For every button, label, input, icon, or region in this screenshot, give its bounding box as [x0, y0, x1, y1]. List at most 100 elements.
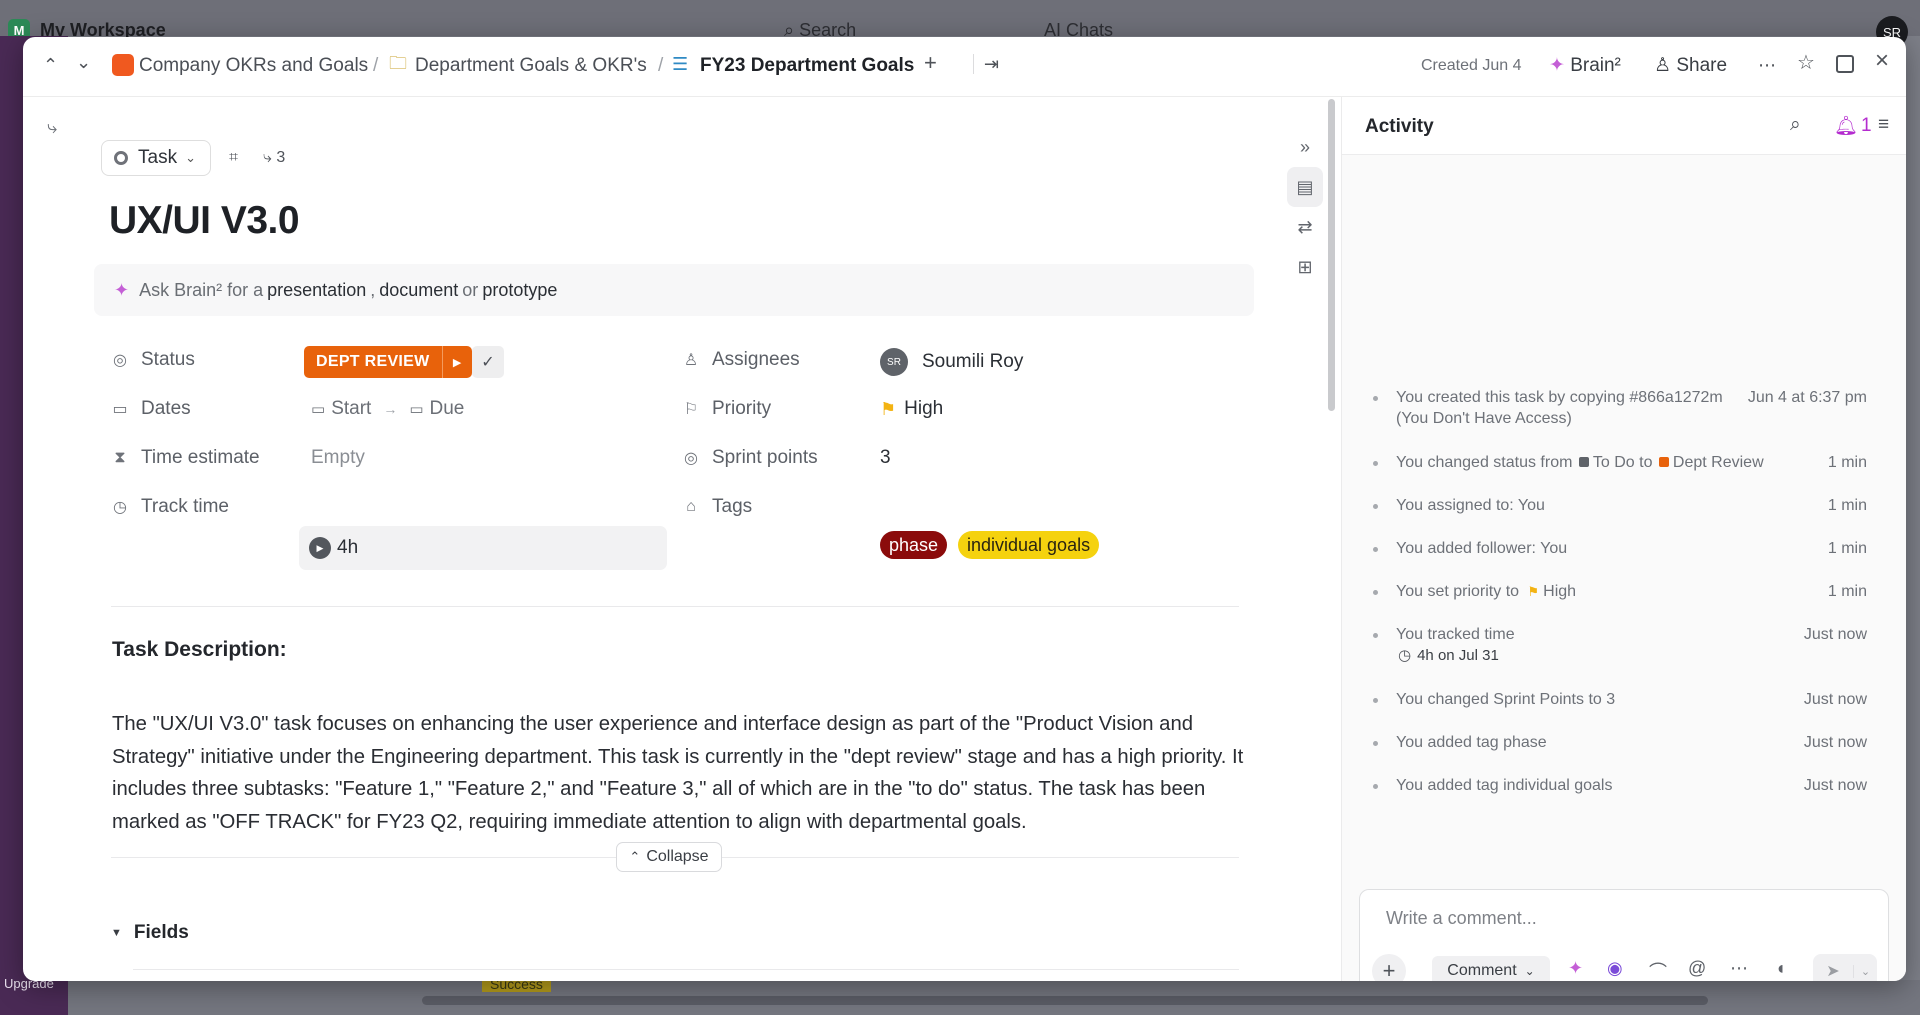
ai-icon[interactable]: ◉ — [1607, 958, 1623, 979]
activity-time: Just now — [1803, 734, 1867, 751]
status-label: Status — [141, 349, 195, 370]
activity-time: Jun 4 at 6:37 pm — [1747, 389, 1867, 406]
description-body[interactable]: The "UX/UI V3.0" task focuses on enhanci… — [112, 708, 1252, 838]
complete-check-button[interactable]: ✓ — [472, 346, 504, 378]
comment-type-label: Comment — [1447, 962, 1517, 979]
task-type-button[interactable]: Task ⌄ — [101, 140, 211, 176]
tags-label: Tags — [712, 496, 753, 517]
ask-option-prototype[interactable]: prototype — [482, 280, 557, 301]
dependency-icon[interactable]: ⤷ — [47, 117, 57, 138]
breadcrumb-folder[interactable]: Department Goals & OKR's — [415, 55, 647, 77]
search-icon[interactable]: ⌕ — [1790, 114, 1801, 136]
star-icon[interactable]: ☆ — [1797, 53, 1815, 73]
bullet — [1373, 784, 1378, 789]
more-icon[interactable]: ⋯ — [1758, 55, 1776, 75]
comment-type-dropdown[interactable]: Comment ⌄ — [1432, 956, 1550, 981]
task-title[interactable]: UX/UI V3.0 — [109, 199, 300, 243]
ask-option-presentation[interactable]: presentation — [267, 280, 366, 301]
priority-text: High — [1543, 583, 1577, 600]
time-estimate-field-label: ⧗ Time estimate — [111, 447, 259, 469]
background-scrollbar[interactable] — [422, 996, 1708, 1005]
bell-icon[interactable]: 🔔︎ — [1834, 114, 1858, 138]
arrow-right-icon: → — [383, 401, 398, 417]
task-content: ⤷ Task ⌄ ⌗ ⤷ 3 UX/UI V3.0 ✦ Ask Brain² f… — [23, 97, 1335, 981]
priority-text: High — [904, 398, 944, 419]
close-icon[interactable]: × — [1875, 49, 1889, 73]
link-icon[interactable]: ⇄ — [1287, 207, 1323, 247]
bullet — [1373, 396, 1378, 401]
brain-icon[interactable]: ✦ — [1568, 958, 1583, 979]
play-icon[interactable]: ▶ — [309, 537, 331, 559]
filter-icon[interactable]: ≡ — [1878, 114, 1889, 136]
chevron-down-icon[interactable]: ⌃ — [76, 51, 91, 71]
fields-section-toggle[interactable]: ▼ Fields — [111, 922, 189, 944]
chevron-up-icon[interactable]: ⌃ — [43, 55, 58, 75]
sprint-field-label: ◎ Sprint points — [682, 447, 818, 469]
tracked-entry: 4h on Jul 31 — [1417, 647, 1499, 664]
move-icon[interactable]: ⇥ — [973, 54, 999, 74]
expand-panel-icon[interactable]: » — [1287, 127, 1323, 167]
sidebar-icon[interactable] — [1836, 55, 1854, 73]
plus-icon[interactable]: + — [924, 52, 937, 74]
activity-panel: Activity ⌕ 🔔︎ 1 ≡ You created this task … — [1341, 97, 1906, 981]
fields-heading: Fields — [133, 922, 189, 943]
activity-time: Just now — [1803, 691, 1867, 708]
tag-phase[interactable]: phase — [880, 531, 948, 559]
activity-time: 1 min — [1827, 454, 1867, 471]
ask-comma: , — [370, 279, 376, 300]
start-date[interactable]: Start — [331, 398, 371, 420]
activity-main: You tracked time — [1396, 626, 1515, 643]
comment-input[interactable]: Write a comment... — [1386, 908, 1537, 929]
priority-value[interactable]: ⚑ High — [880, 398, 943, 420]
activity-title: Activity — [1365, 116, 1434, 137]
bullet — [1373, 547, 1378, 552]
subtasks-button[interactable]: ⤷ 3 — [263, 149, 285, 167]
paperclip-icon[interactable]: ⌒ — [1649, 958, 1667, 981]
task-id-icon[interactable]: ⌗ — [229, 149, 238, 167]
ask-brain-bar[interactable]: ✦ Ask Brain² for a presentation, documen… — [94, 264, 1254, 316]
activity-text: You set priority to ⚑ High — [1396, 581, 1736, 602]
status-next-icon[interactable]: ▶ — [441, 346, 472, 378]
tag-individual-goals[interactable]: individual goals — [958, 531, 1100, 559]
status-field-label: ◎ Status — [111, 349, 195, 371]
share-icon: ♙ — [1654, 55, 1672, 76]
apps-icon[interactable]: ⊞ — [1287, 247, 1323, 287]
brain-icon: ✦ — [114, 279, 130, 300]
mention-icon[interactable]: @ — [1688, 958, 1706, 979]
ask-prefix: Ask Brain² for a — [139, 279, 264, 300]
status-value: DEPT REVIEW — [304, 346, 442, 378]
share-button[interactable]: ♙ Share — [1654, 54, 1727, 77]
breadcrumb-space[interactable]: Company OKRs and Goals — [139, 55, 368, 77]
send-icon: ➤ — [1826, 963, 1840, 980]
send-button[interactable]: ➤ ⌄ — [1813, 954, 1877, 981]
due-date[interactable]: Due — [430, 398, 465, 420]
brain-icon: ✦ — [1549, 55, 1565, 76]
tags-field-label: ⌂ Tags — [682, 496, 752, 518]
check-icon: ✓ — [481, 354, 495, 371]
avatar: SR — [880, 348, 908, 376]
comment-icon[interactable]: ▤ — [1287, 167, 1323, 207]
task-modal: ⌃ ⌃ Company OKRs and Goals / 🗀 Departmen… — [23, 37, 1906, 981]
bullet — [1373, 741, 1378, 746]
triangle-down-icon: ▼ — [111, 927, 122, 939]
flag-icon: ⚑ — [880, 398, 897, 419]
microphone-icon[interactable]: ◖ — [1775, 958, 1786, 979]
chevron-down-icon[interactable]: ⌄ — [1853, 964, 1877, 978]
assignee-value[interactable]: SR Soumili Roy — [880, 348, 1023, 376]
track-time-box[interactable]: ▶ 4h — [299, 526, 667, 570]
time-estimate-value[interactable]: Empty — [311, 447, 365, 469]
sprint-value[interactable]: 3 — [880, 447, 891, 469]
collapse-button[interactable]: ⌃ Collapse — [616, 842, 722, 872]
more-icon[interactable]: ⋯ — [1730, 958, 1748, 979]
status-swatch — [1658, 457, 1669, 467]
add-attachment-button[interactable]: + — [1372, 954, 1406, 981]
breadcrumb-list[interactable]: FY23 Department Goals — [700, 55, 914, 77]
modal-header: ⌃ ⌃ Company OKRs and Goals / 🗀 Departmen… — [23, 37, 1906, 97]
stopwatch-icon: ◷ — [1398, 647, 1412, 664]
status-icon: ◎ — [113, 352, 127, 369]
brain-button[interactable]: ✦ Brain² — [1549, 54, 1621, 77]
dates-value[interactable]: ▭ Start → ▭ Due — [311, 398, 464, 420]
ask-option-document[interactable]: document — [379, 280, 458, 301]
content-scrollbar[interactable] — [1328, 99, 1335, 411]
status-dropdown[interactable]: DEPT REVIEW ▶ — [304, 346, 472, 378]
